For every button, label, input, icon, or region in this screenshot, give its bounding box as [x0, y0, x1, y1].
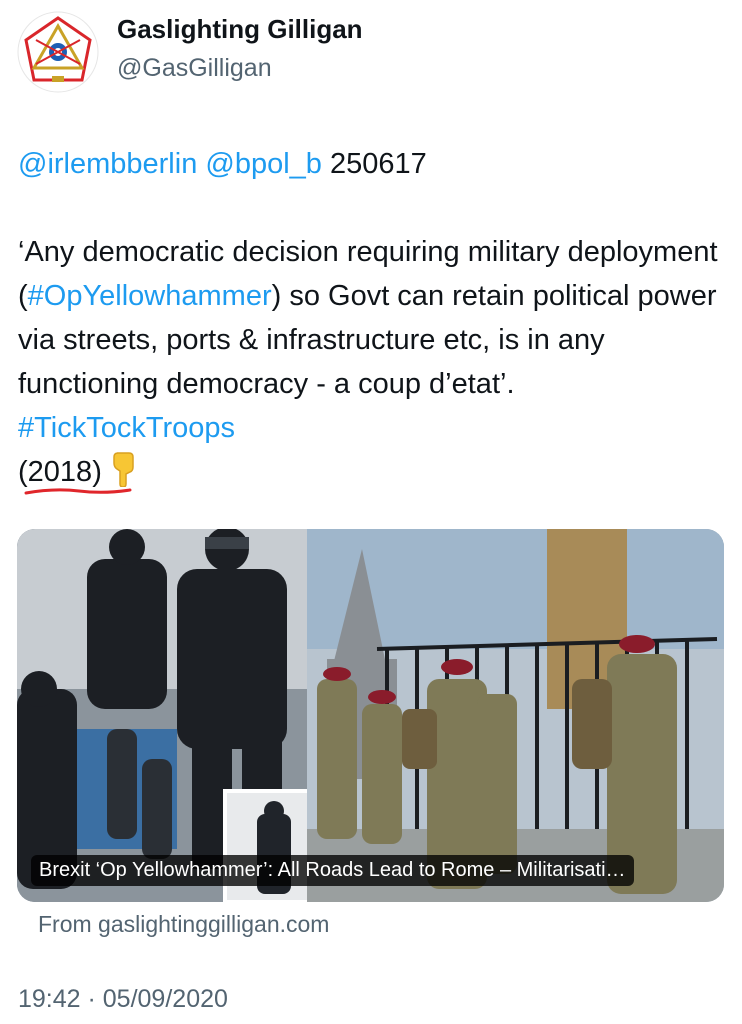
- link-preview-source[interactable]: From gaslightinggilligan.com: [38, 911, 329, 938]
- hashtag-link[interactable]: #TickTockTroops: [18, 412, 235, 444]
- mention-link[interactable]: @bpol_b: [205, 148, 322, 180]
- tweet-line-mentions: @irlembberlin @bpol_b 250617: [18, 142, 718, 186]
- link-preview-image: [17, 529, 724, 902]
- author-handle[interactable]: @GasGilligan: [117, 54, 272, 83]
- link-preview-card[interactable]: Brexit ‘Op Yellowhammer’: All Roads Lead…: [17, 529, 724, 902]
- tweet-quote: ‘Any democratic decision requiring milit…: [18, 230, 718, 495]
- red-underline-annotation: [24, 488, 132, 495]
- avatar[interactable]: [16, 10, 100, 94]
- author-display-name[interactable]: Gaslighting Gilligan: [117, 14, 363, 45]
- tweet-text: @irlembberlin @bpol_b 250617 ‘Any democr…: [18, 142, 718, 495]
- backhand-index-pointing-down-icon: [113, 452, 134, 487]
- hashtag-link[interactable]: #OpYellowhammer: [28, 280, 272, 312]
- year-underlined: 2018: [24, 450, 132, 495]
- link-preview-title: Brexit ‘Op Yellowhammer’: All Roads Lead…: [31, 855, 634, 886]
- mention-link[interactable]: @irlembberlin: [18, 148, 197, 180]
- masonic-emblem-icon: [17, 11, 99, 93]
- reference-number: 250617: [329, 148, 427, 180]
- tweet-timestamp[interactable]: 19:42 · 05/09/2020: [18, 985, 228, 1014]
